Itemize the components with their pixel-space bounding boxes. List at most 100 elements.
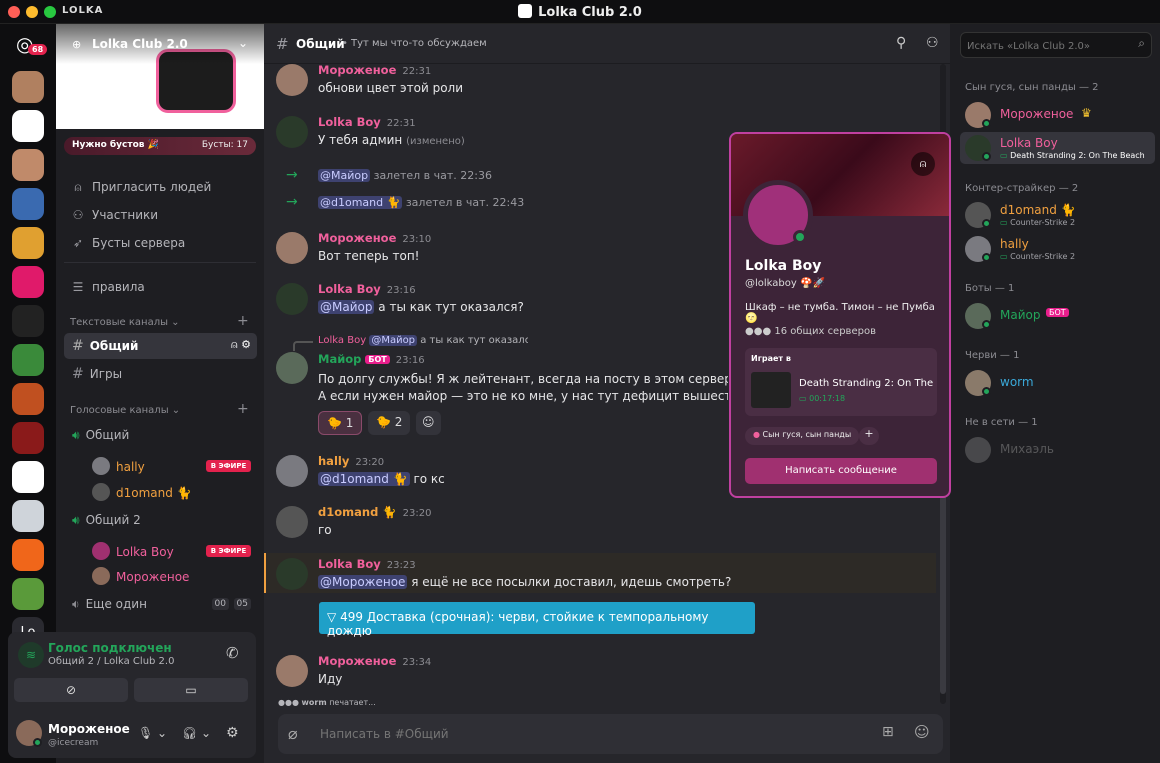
server-icon[interactable] bbox=[12, 305, 44, 337]
headphones-icon[interactable]: 🎧︎ ⌄ bbox=[182, 726, 211, 740]
members-item[interactable]: ⚇ Участники bbox=[70, 208, 158, 222]
message-text: @Майор а ты как тут оказался? bbox=[318, 300, 524, 314]
server-icon[interactable] bbox=[12, 461, 44, 493]
server-icon[interactable] bbox=[12, 266, 44, 298]
voice-channel-general[interactable]: 🔊︎ Общий bbox=[64, 423, 257, 449]
avatar[interactable] bbox=[276, 558, 308, 590]
typing-indicator: ●●● worm печатает... bbox=[278, 698, 376, 707]
member-group-header: Контер-страйкер — 2 bbox=[965, 183, 1079, 194]
server-icon[interactable] bbox=[12, 71, 44, 103]
server-icon[interactable] bbox=[12, 383, 44, 415]
join-arrow-icon: → bbox=[286, 194, 298, 210]
server-icon-small: ⊕ bbox=[72, 38, 82, 51]
send-message-button[interactable]: Написать сообщение bbox=[745, 458, 937, 484]
pin-icon[interactable]: ⚲ bbox=[896, 35, 906, 51]
screen-share-button[interactable]: ▭ bbox=[134, 678, 248, 702]
camera-off-button[interactable]: ⊘ bbox=[14, 678, 128, 702]
member-item[interactable]: Майор БОТ bbox=[965, 300, 1155, 332]
settings-icon[interactable]: ⚙ bbox=[226, 725, 239, 741]
avatar[interactable] bbox=[276, 64, 308, 96]
avatar[interactable] bbox=[276, 232, 308, 264]
rules-item[interactable]: ☰ правила bbox=[70, 280, 145, 294]
voice-channel-general-2[interactable]: 🔊︎ Общий 2 bbox=[64, 508, 257, 534]
server-boosts-item[interactable]: ➶ Бусты сервера bbox=[70, 236, 185, 250]
reaction-button[interactable]: 🐤 2 bbox=[368, 411, 411, 435]
boost-bar[interactable]: Нужно бустов 🎉 Бусты: 17 bbox=[64, 137, 256, 155]
notification-badge: 68 bbox=[28, 44, 48, 55]
profile-name: Lolka Boy bbox=[745, 258, 822, 274]
boost-label: Нужно бустов 🎉 bbox=[72, 140, 159, 150]
server-icon[interactable] bbox=[12, 344, 44, 376]
server-icon[interactable] bbox=[12, 500, 44, 532]
member-item-offline[interactable]: Михаэль bbox=[965, 434, 1155, 466]
member-item[interactable]: hally ▭ Counter-Strike 2 bbox=[965, 233, 1155, 265]
attach-icon[interactable]: ⌀ bbox=[288, 724, 298, 743]
member-item[interactable]: Мороженое ♛ bbox=[965, 99, 1155, 131]
message-text: Иду bbox=[318, 672, 343, 686]
avatar[interactable] bbox=[276, 455, 308, 487]
voice-channels-section[interactable]: Голосовые каналы ⌄ bbox=[70, 405, 180, 416]
add-role-button[interactable]: + bbox=[859, 427, 879, 445]
avatar bbox=[965, 437, 991, 463]
voice-user[interactable]: Мороженое bbox=[92, 567, 189, 585]
server-icon-lolka[interactable] bbox=[12, 110, 44, 142]
search-input[interactable] bbox=[967, 37, 1127, 55]
text-channels-section[interactable]: Текстовые каналы ⌄ bbox=[70, 317, 180, 328]
settings-icon[interactable]: ⍝ ⚙ bbox=[231, 338, 251, 352]
server-icon[interactable] bbox=[12, 149, 44, 181]
voice-user[interactable]: hally bbox=[92, 457, 145, 475]
avatar[interactable] bbox=[276, 352, 308, 384]
member-group-header: Черви — 1 bbox=[965, 350, 1020, 361]
member-item-selected[interactable]: Lolka Boy ▭ Death Stranding 2: On The Bea… bbox=[960, 132, 1155, 164]
members-toggle-icon[interactable]: ⚇ bbox=[926, 35, 939, 51]
server-icon[interactable] bbox=[12, 227, 44, 259]
message-input[interactable] bbox=[320, 722, 860, 746]
message-author: d1omand 🐈 23:20 bbox=[318, 505, 432, 519]
mutual-servers[interactable]: ●●● 16 общих серверов bbox=[745, 326, 876, 337]
emoji-icon[interactable]: ☺ bbox=[914, 723, 930, 741]
add-friend-icon[interactable]: ⍝ bbox=[911, 152, 935, 176]
channel-topic: Тут мы что-то обсуждаем bbox=[351, 38, 487, 49]
live-badge: В ЭФИРЕ bbox=[206, 460, 251, 472]
avatar[interactable] bbox=[276, 506, 308, 538]
chevron-down-icon[interactable]: ⌄ bbox=[238, 36, 248, 50]
add-channel-icon[interactable]: + bbox=[237, 401, 249, 417]
invite-people-item[interactable]: ⍝ Пригласить людей bbox=[70, 180, 211, 195]
reply-preview[interactable]: Lolka Boy @Майор а ты как тут оказался? bbox=[318, 335, 528, 346]
member-group-header: Сын гуся, сын панды — 2 bbox=[965, 82, 1099, 93]
avatar[interactable] bbox=[276, 655, 308, 687]
user-handle: @icecream bbox=[48, 738, 99, 748]
channel-general[interactable]: # Общий ⍝ ⚙ bbox=[64, 333, 257, 359]
search-box[interactable]: ⌕ bbox=[960, 32, 1152, 58]
member-item[interactable]: d1omand 🐈 ▭ Counter-Strike 2 bbox=[965, 199, 1155, 231]
voice-user[interactable]: d1omand 🐈 bbox=[92, 483, 192, 501]
channel-games[interactable]: # Игры bbox=[64, 361, 257, 387]
avatar[interactable] bbox=[276, 283, 308, 315]
game-title: Death Stranding 2: On The... bbox=[799, 378, 933, 389]
message-input-bar: ⌀ ⊞ ☺ bbox=[278, 714, 943, 754]
message-author: Lolka Boy 22:31 bbox=[318, 115, 416, 129]
add-channel-icon[interactable]: + bbox=[237, 313, 249, 329]
disconnect-phone-icon[interactable]: ✆ bbox=[226, 644, 239, 662]
avatar[interactable] bbox=[276, 116, 308, 148]
member-item[interactable]: worm bbox=[965, 367, 1155, 399]
voice-location: Общий 2 / Lolka Club 2.0 bbox=[48, 656, 175, 667]
avatar bbox=[92, 542, 110, 560]
microphone-icon[interactable]: 🎙︎ ⌄ bbox=[138, 726, 167, 740]
voice-user[interactable]: Lolka Boy bbox=[92, 542, 174, 560]
server-icon[interactable] bbox=[12, 578, 44, 610]
signal-icon: ≋ bbox=[18, 642, 44, 668]
message-author: Lolka Boy 23:16 bbox=[318, 282, 416, 296]
server-icon[interactable] bbox=[12, 422, 44, 454]
voice-channel-another[interactable]: 🔉︎ Еще один 00 05 bbox=[64, 592, 257, 618]
quest-card[interactable]: ▽ 499 Доставка (срочная): черви, стойкие… bbox=[319, 602, 755, 638]
add-reaction-button[interactable]: ☺ bbox=[416, 411, 441, 435]
message-text: @d1omand 🐈 го кс bbox=[318, 472, 445, 486]
server-icon[interactable] bbox=[12, 539, 44, 571]
activity-text: ▭ Counter-Strike 2 bbox=[1000, 218, 1076, 227]
server-name[interactable]: Lolka Club 2.0 bbox=[92, 37, 188, 51]
avatar bbox=[92, 567, 110, 585]
server-icon[interactable] bbox=[12, 188, 44, 220]
reaction-button[interactable]: 🐤 1 bbox=[318, 411, 363, 435]
gift-icon[interactable]: ⊞ bbox=[882, 724, 894, 740]
